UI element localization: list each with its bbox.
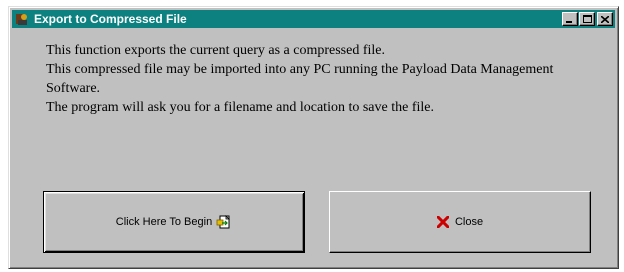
app-icon [14, 11, 30, 27]
close-button-label: Close [454, 216, 484, 228]
window-title: Export to Compressed File [34, 12, 187, 26]
title-bar[interactable]: Export to Compressed File [12, 10, 615, 28]
close-window-button[interactable] [597, 12, 613, 26]
close-button[interactable]: Close [329, 191, 591, 253]
description-line-1: This function exports the current query … [46, 43, 386, 58]
begin-button-label: Click Here To Begin [115, 216, 213, 228]
title-buttons [561, 12, 613, 26]
begin-export-button[interactable]: Click Here To Begin [43, 191, 305, 253]
minimize-icon [566, 20, 572, 23]
minimize-button[interactable] [562, 12, 578, 26]
description-line-2: This compressed file may be imported int… [46, 62, 554, 96]
export-dialog-window: Export to Compressed File This function [8, 6, 619, 269]
export-file-icon [216, 215, 231, 229]
maximize-icon [582, 15, 592, 23]
description-line-3: The program will ask you for a filename … [46, 100, 434, 115]
maximize-button[interactable] [579, 12, 595, 26]
close-icon [601, 15, 609, 23]
red-x-icon [436, 216, 449, 228]
description-text: This function exports the current query … [46, 41, 566, 117]
